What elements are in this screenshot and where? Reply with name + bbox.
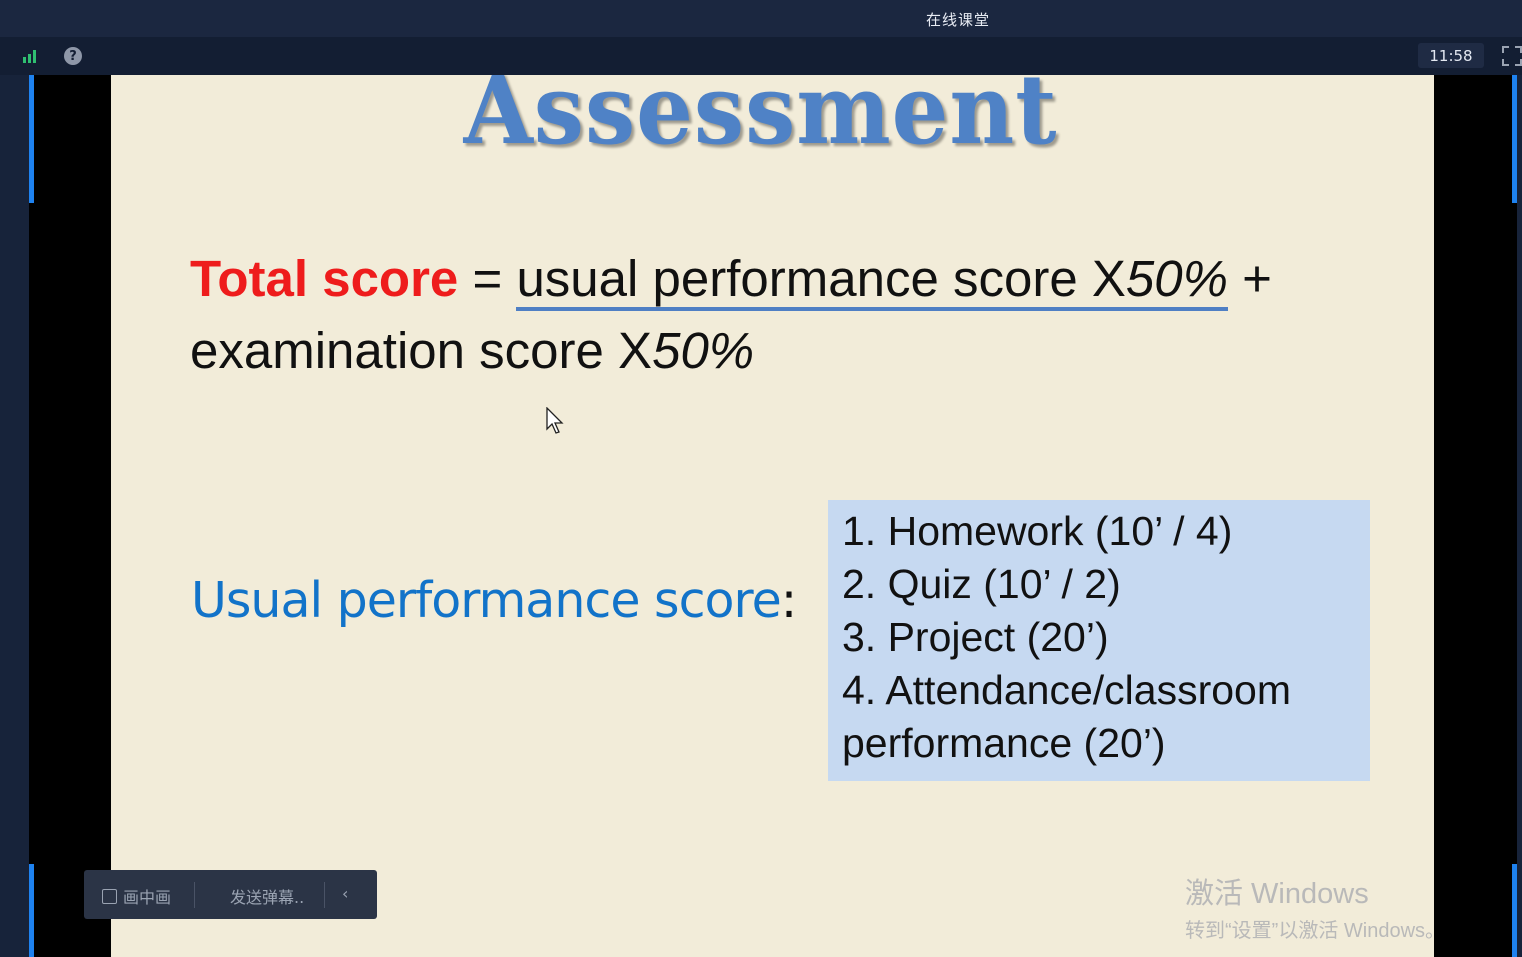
picture-in-picture-label: 画中画 <box>123 888 172 907</box>
usual-score-term: usual performance score X50% <box>516 250 1228 311</box>
help-icon[interactable]: ? <box>64 47 82 65</box>
watermark-line-1: 激活 Windows <box>1185 878 1369 910</box>
score-item-homework: 1. Homework (10’ / 4) <box>842 508 1233 554</box>
plus-sign: + <box>1227 250 1272 307</box>
left-edge-indicator-bottom <box>29 864 34 957</box>
fullscreen-icon[interactable] <box>1502 46 1522 66</box>
collapse-chevron-icon[interactable]: ‹ <box>342 884 348 903</box>
window-title: 在线课堂 <box>926 11 991 29</box>
watermark-line-2: 转到“设置”以激活 Windows。 <box>1185 920 1446 942</box>
signal-strength-icon[interactable] <box>22 48 40 64</box>
exam-score-percent: 50% <box>652 322 755 379</box>
windows-activation-watermark: 激活 Windows 转到“设置”以激活 Windows。 <box>1185 870 1445 943</box>
presentation-slide: Assessment Total score = usual performan… <box>111 75 1434 957</box>
left-edge-indicator-top <box>29 75 34 203</box>
usual-performance-text: Usual performance score <box>191 572 782 629</box>
score-item-quiz: 2. Quiz (10’ / 2) <box>842 561 1121 607</box>
right-edge-indicator-top <box>1512 75 1517 203</box>
usual-score-text: usual performance score X <box>516 250 1126 307</box>
total-score-label: Total score <box>190 250 459 307</box>
mouse-cursor-icon <box>546 407 564 434</box>
send-danmaku-input[interactable]: 发送弹幕.. <box>230 884 304 908</box>
usual-performance-colon: : <box>780 572 797 629</box>
score-item-attendance: 4. Attendance/classroom <box>842 667 1291 713</box>
bottom-controls: 画中画 发送弹幕.. ‹ <box>84 870 377 919</box>
equals-sign: = <box>458 250 517 307</box>
divider <box>324 882 325 908</box>
usual-score-percent: 50% <box>1125 250 1228 307</box>
picture-in-picture-icon <box>102 888 117 904</box>
clock-display: 11:58 <box>1418 43 1484 68</box>
total-score-formula: Total score = usual performance score X5… <box>190 243 1370 387</box>
score-breakdown-box: 1. Homework (10’ / 4) 2. Quiz (10’ / 2) … <box>828 500 1370 781</box>
exam-score-text: examination score X <box>190 322 653 379</box>
divider <box>194 882 195 908</box>
usual-performance-label: Usual performance score: <box>191 572 797 629</box>
toolbar <box>0 37 1522 75</box>
slide-title: Assessment <box>463 75 1058 166</box>
score-item-project: 3. Project (20’) <box>842 614 1109 660</box>
score-item-attendance-cont: performance (20’) <box>842 720 1166 766</box>
picture-in-picture-button[interactable]: 画中画 <box>102 884 171 908</box>
title-bar: 在线课堂 <box>0 0 1522 37</box>
right-edge-indicator-bottom <box>1512 864 1517 957</box>
